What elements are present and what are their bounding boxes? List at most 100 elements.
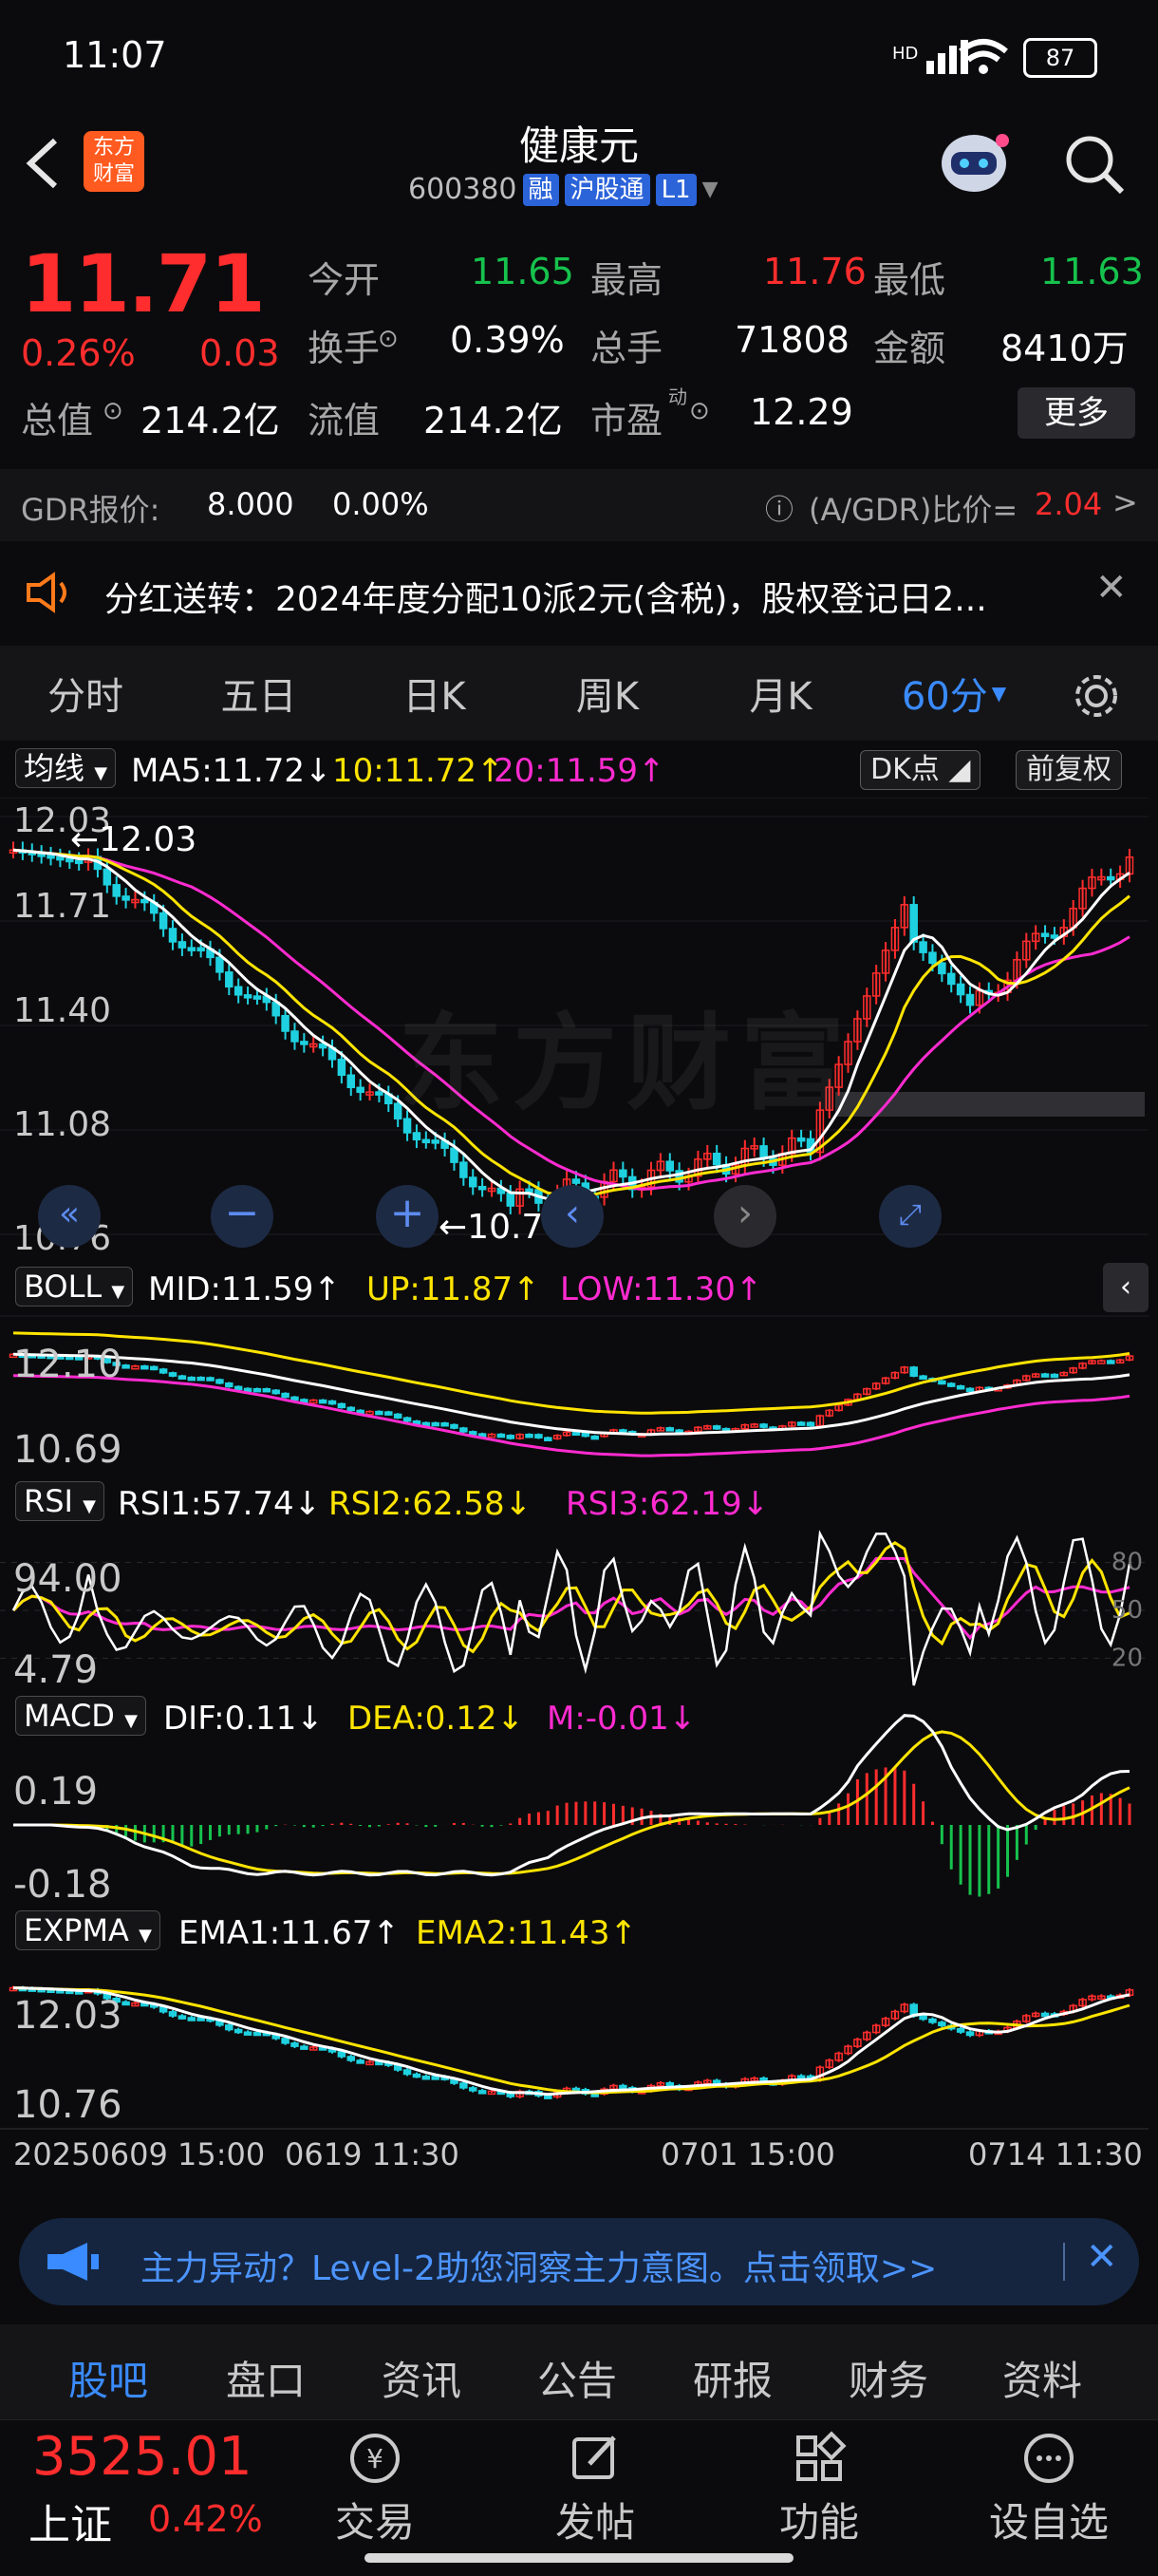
tab-60min[interactable]: 60分 ▼ (868, 646, 1039, 741)
main-candle (56, 856, 65, 861)
tab-news[interactable]: 资讯 (382, 2349, 461, 2407)
help-icon[interactable]: ⓘ (765, 486, 794, 528)
main-candle (571, 1178, 581, 1184)
chart-period-tabs: 分时 五日 日K 周K 月K 60分 ▼ (0, 646, 1158, 741)
boll-candle (215, 1379, 224, 1384)
function-button[interactable]: 功能 (767, 2430, 871, 2548)
expma-label: EXPMA (24, 1912, 129, 1948)
dk-point-button[interactable]: DK点 ◢ (860, 750, 981, 790)
boll-selector[interactable]: BOLL ▼ (15, 1267, 134, 1307)
boll-candle (308, 1399, 318, 1404)
tab-finance[interactable]: 财务 (849, 2349, 928, 2407)
main-candle (956, 983, 965, 996)
info-tabs: 股吧 盘口 资讯 公告 研报 财务 资料 (0, 2324, 1158, 2419)
rsi-label: RSI (24, 1483, 73, 1519)
x-label-3: 0701 15:00 (661, 2136, 835, 2172)
status-time: 11:07 (63, 34, 167, 76)
tab-research[interactable]: 研报 (693, 2349, 773, 2407)
tab-profile[interactable]: 资料 (1002, 2349, 1082, 2407)
scroll-left-button[interactable]: « (38, 1185, 101, 1248)
close-icon[interactable]: ✕ (1095, 566, 1128, 610)
more-button[interactable]: 更多 (1018, 387, 1135, 439)
ma-label: 均线 (24, 750, 85, 786)
home-indicator (364, 2553, 794, 2563)
boll-candle (187, 1376, 196, 1382)
index-value[interactable]: 3525.01 (32, 2426, 252, 2488)
boll-candle (365, 1410, 374, 1416)
ema1-text: EMA1:11.67 (178, 1914, 373, 1952)
edit-icon (572, 2435, 616, 2479)
macd-label: MACD (24, 1698, 115, 1734)
tag-level: L1 (655, 173, 697, 206)
trade-button[interactable]: ¥ 交易 (323, 2430, 427, 2548)
notice-banner[interactable]: 分红送转：2024年度分配10派2元(含税)，股权登记日2... ✕ (0, 549, 1158, 636)
tab-intraday[interactable]: 分时 (0, 646, 171, 741)
ema1-line (12, 1986, 1130, 2097)
function-label: 功能 (778, 2499, 859, 2546)
settings-gear-icon[interactable] (1071, 670, 1122, 722)
ma10-value: 10:11.72↑ (332, 752, 504, 790)
boll-candle (346, 1406, 356, 1412)
high-label: 最高 (590, 259, 663, 301)
gdr-row[interactable]: GDR报价: 8.000 0.00% ⓘ (A/GDR)比价= 2.04 > (0, 469, 1158, 541)
info-icon[interactable]: ⊙ (689, 397, 710, 425)
expma-candle (356, 2059, 364, 2064)
main-candle (215, 956, 224, 973)
tab-monthly-k[interactable]: 月K (693, 646, 868, 741)
collapse-panel-button[interactable]: ‹ (1103, 1263, 1149, 1312)
boll-candle (168, 1372, 177, 1377)
expma-candle (938, 2021, 946, 2027)
boll-candle (149, 1365, 159, 1371)
boll-mid-text: MID:11.59 (148, 1270, 314, 1308)
boll-candle (281, 1392, 290, 1399)
mktcap-value: 214.2亿 (140, 400, 280, 442)
boll-candle (496, 1433, 506, 1438)
main-candle (300, 1041, 308, 1045)
close-icon[interactable]: ✕ (1086, 2235, 1118, 2279)
rsi-level-50: 50 (1111, 1596, 1143, 1625)
rsi-selector[interactable]: RSI ▼ (15, 1481, 104, 1521)
step-left-button[interactable]: ‹ (541, 1185, 604, 1248)
tab-five-day[interactable]: 五日 (171, 646, 346, 741)
zoom-in-button[interactable]: + (376, 1185, 439, 1248)
adjust-button[interactable]: 前复权 (1016, 750, 1122, 790)
step-right-button[interactable]: › (714, 1185, 776, 1248)
ma10-text: 10:11.72 (332, 752, 477, 790)
main-candle (281, 1014, 290, 1032)
boll-candle (1097, 1360, 1106, 1364)
tab-pankou[interactable]: 盘口 (226, 2349, 306, 2407)
high-annotation: ←12.03 (70, 820, 196, 859)
macd-m: M:-0.01↓ (547, 1700, 697, 1738)
change-pct: 0.26% (21, 332, 136, 374)
search-icon[interactable] (1061, 131, 1128, 197)
fullscreen-button[interactable]: ⤢ (879, 1185, 942, 1248)
post-button[interactable]: 发帖 (543, 2430, 647, 2548)
tab-daily-k[interactable]: 日K (346, 646, 522, 741)
rsi-legend: RSI ▼ RSI1:57.74↓ RSI2:62.58↓ RSI3:62.19… (0, 1477, 1158, 1531)
battery-icon: 87 (1023, 38, 1097, 78)
boll-candle (271, 1389, 280, 1395)
promo-banner[interactable]: 主力异动？Level-2助您洞察主力意图。点击领取>> ✕ (19, 2218, 1139, 2305)
info-icon[interactable]: ⊙ (103, 397, 123, 425)
stock-code-row[interactable]: 600380 融 沪股通 L1 ▼ (408, 173, 719, 206)
expma-candle (281, 2038, 290, 2044)
tab-announcements[interactable]: 公告 (537, 2349, 617, 2407)
tag-margin: 融 (522, 173, 559, 206)
main-candle (375, 1091, 383, 1096)
main-candle (450, 1147, 458, 1163)
resistance-band (835, 1092, 1145, 1117)
boll-candle (956, 1384, 965, 1390)
add-watchlist-button[interactable]: 设自选 (968, 2430, 1130, 2548)
tab-guba[interactable]: 股吧 (68, 2349, 148, 2407)
boll-candle (468, 1431, 477, 1436)
macd-selector[interactable]: MACD ▼ (15, 1696, 146, 1736)
info-icon[interactable]: ⊙ (378, 325, 399, 353)
ma-selector[interactable]: 均线 ▼ (15, 748, 117, 788)
boll-candle (327, 1400, 337, 1405)
expma-selector[interactable]: EXPMA ▼ (15, 1910, 160, 1950)
zoom-out-button[interactable]: − (211, 1185, 273, 1248)
ema2-text: EMA2:11.43 (416, 1914, 610, 1952)
robot-assistant-icon[interactable] (932, 125, 1016, 201)
tab-weekly-k[interactable]: 周K (522, 646, 693, 741)
boll-candle (571, 1431, 581, 1437)
